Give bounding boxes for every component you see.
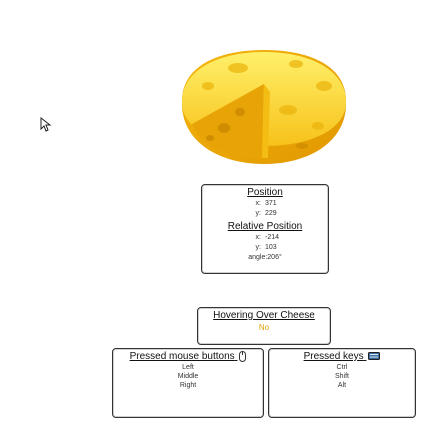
relative-y-label: y: [255, 244, 261, 251]
pressed-keys-title: Pressed keys [269, 351, 415, 363]
pressed-keys-panel: Pressed keys Ctrl Shift Alt [268, 348, 416, 418]
key-ctrl: Ctrl [336, 364, 348, 371]
hovering-value: No [258, 323, 270, 332]
relative-y-value: 103 [265, 244, 277, 251]
relative-x-value: -214 [265, 234, 280, 241]
position-y-value: 229 [265, 210, 277, 217]
mouse-icon [239, 351, 247, 362]
cheese-image[interactable] [178, 46, 350, 168]
hovering-title: Hovering Over Cheese [213, 310, 315, 321]
pressed-keys-title-text: Pressed keys [303, 351, 364, 362]
hovering-panel: Hovering Over Cheese No [197, 307, 331, 345]
mouse-button-middle: Middle [177, 373, 199, 381]
position-x-label: x: [255, 200, 261, 207]
mouse-button-left: Left [182, 364, 194, 372]
mouse-buttons-title: Pressed mouse buttons [113, 351, 263, 363]
position-y-label: y: [255, 210, 261, 217]
key-alt: Alt [337, 382, 347, 389]
relative-x-label: x: [255, 234, 261, 241]
relative-y-row: y: 103 [202, 243, 328, 253]
mouse-cursor-icon [40, 117, 52, 132]
mouse-buttons-title-text: Pressed mouse buttons [129, 351, 235, 363]
key-shift: Shift [334, 373, 349, 380]
position-title: Position [247, 187, 283, 198]
mouse-buttons-panel: Pressed mouse buttons Left Middle Right [112, 348, 264, 418]
position-panel: Position x: 371 y: 229 Relative Position x… [201, 184, 329, 274]
position-x-value: 371 [265, 200, 277, 207]
relative-x-row: x: -214 [202, 233, 328, 243]
relative-position-title: Relative Position [227, 221, 303, 232]
mouse-button-right: Right [179, 382, 197, 390]
keyboard-icon [368, 352, 381, 361]
relative-angle: angle:206° [248, 254, 282, 261]
position-x-row: x: 371 [202, 199, 328, 209]
position-y-row: y: 229 [202, 209, 328, 219]
